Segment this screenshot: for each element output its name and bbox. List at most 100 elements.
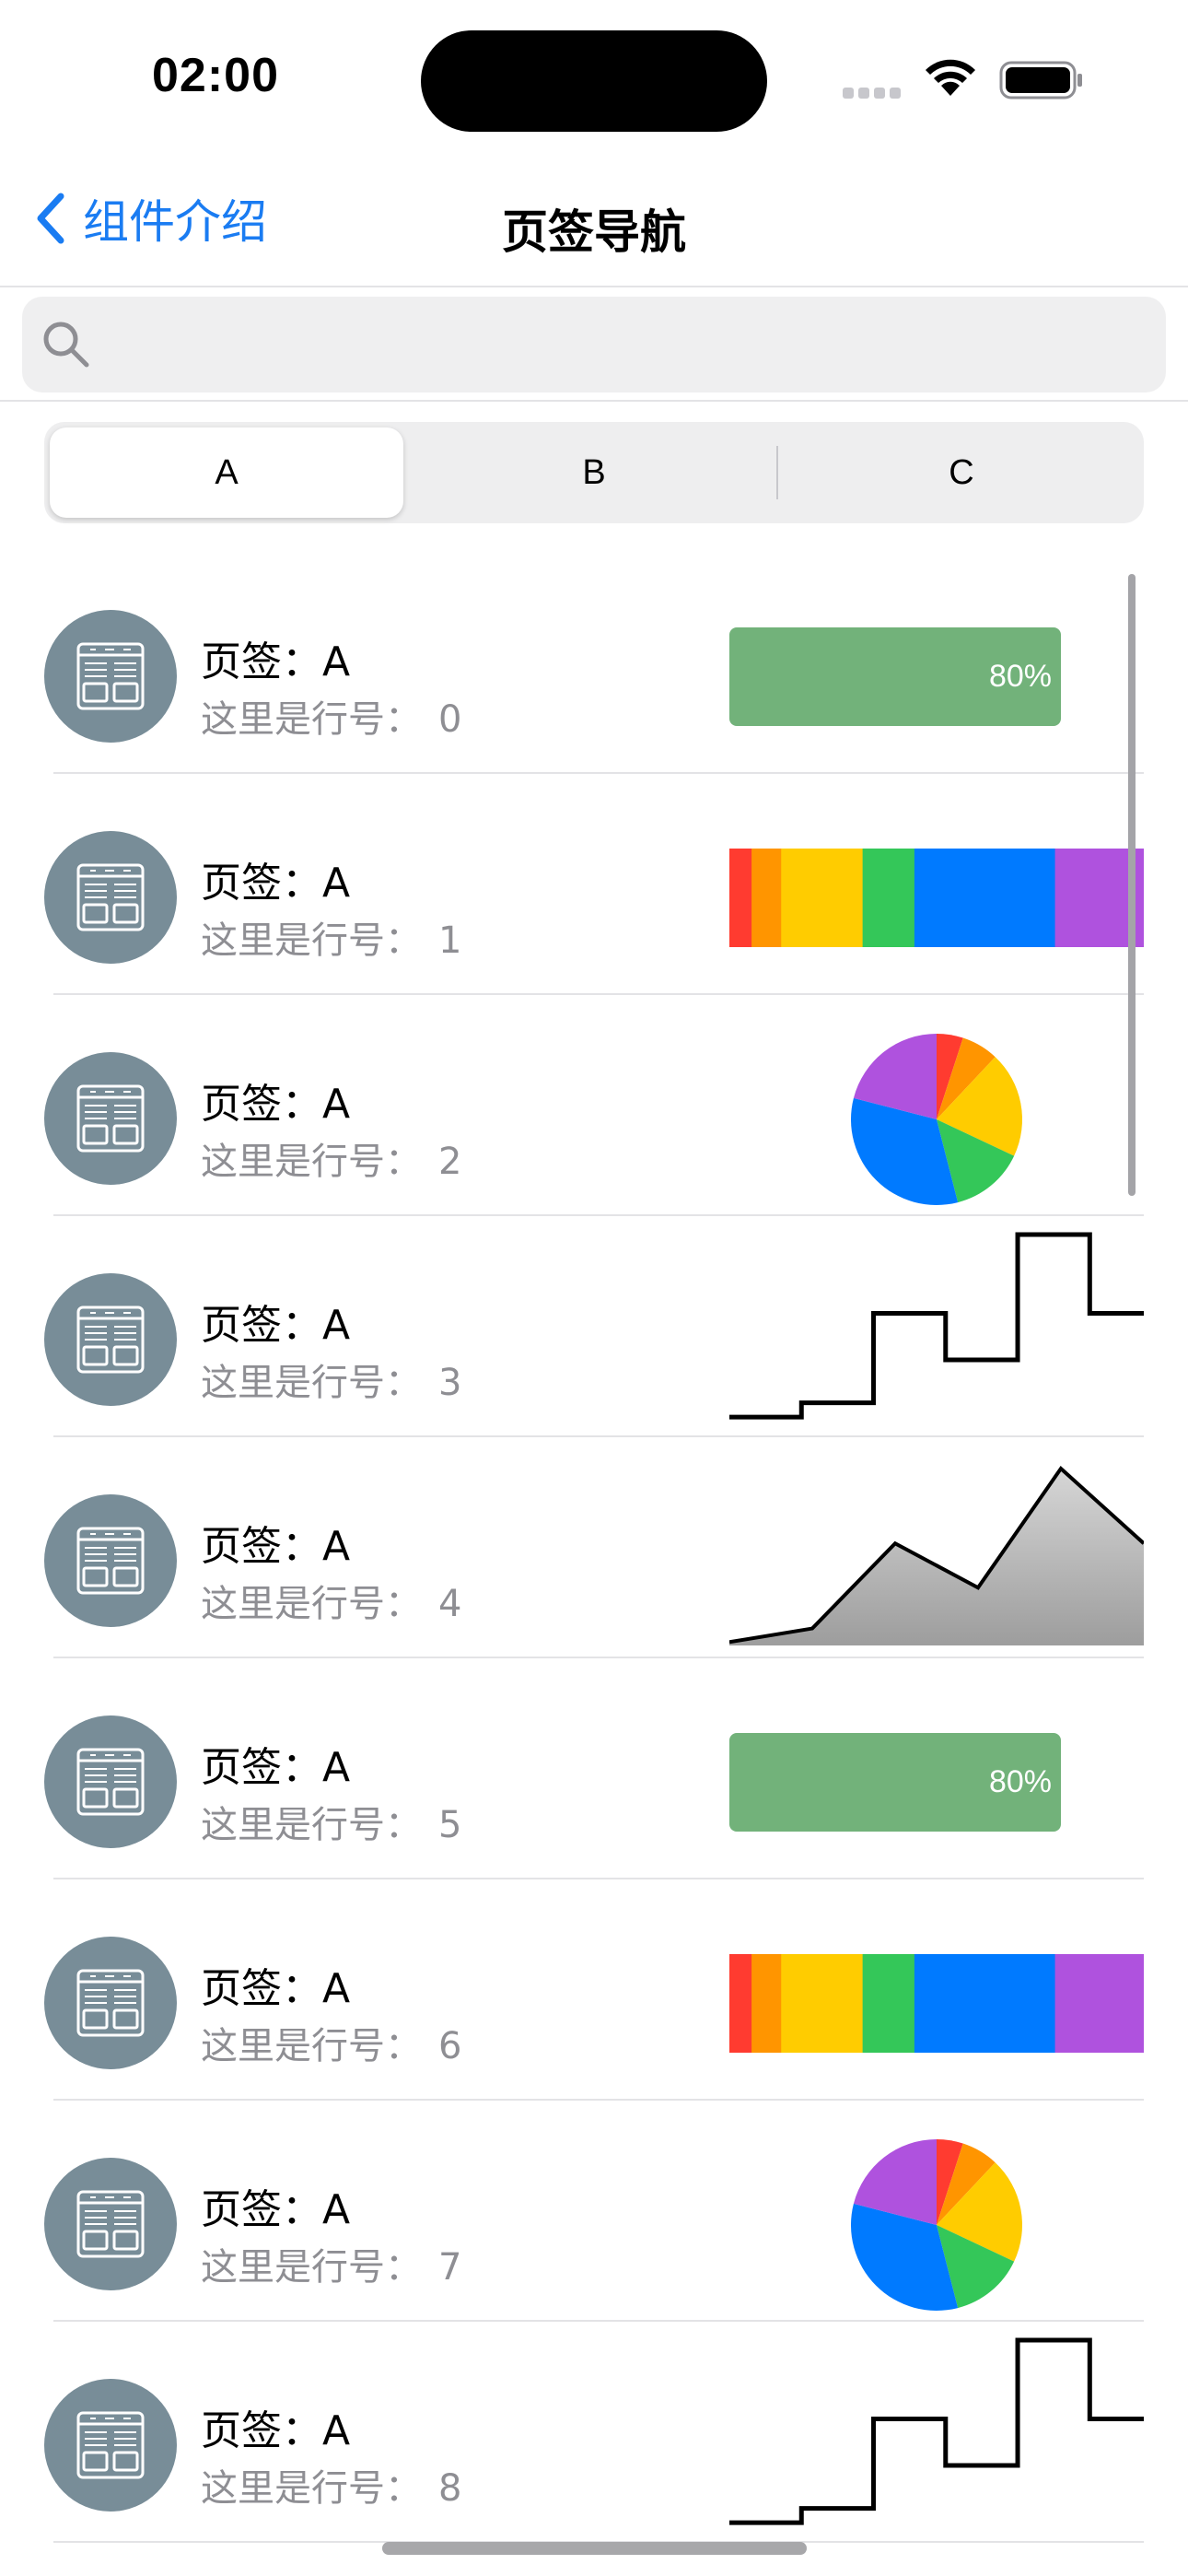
list-item[interactable]: 页签：A 这里是行号： 6 xyxy=(0,1879,1188,2101)
step-chart xyxy=(729,2337,1144,2525)
stacked-chart xyxy=(729,849,1144,947)
area-fill xyxy=(729,1469,1144,1645)
stacked-segment xyxy=(1054,1954,1144,2053)
search-field[interactable] xyxy=(22,297,1166,394)
step-chart xyxy=(729,1232,1144,1420)
row-index: 2 xyxy=(438,1141,462,1183)
stacked-segment xyxy=(781,849,864,947)
row-index: 5 xyxy=(438,1804,462,1846)
stacked-segment xyxy=(862,1954,915,2053)
row-subtitle: 这里是行号： 4 xyxy=(201,1574,461,1627)
row-subtitle-label: 这里是行号： xyxy=(201,2025,422,2067)
page-title: 页签导航 xyxy=(502,205,686,259)
row-subtitle-label: 这里是行号： xyxy=(201,698,422,741)
row-subtitle-label: 这里是行号： xyxy=(201,1583,422,1625)
tab-segmented-control: A B C xyxy=(44,422,1144,523)
stacked-segment xyxy=(914,849,1056,947)
avatar xyxy=(44,831,177,964)
row-subtitle: 这里是行号： 2 xyxy=(201,1131,461,1185)
list-item[interactable]: 页签：A 这里是行号： 3 xyxy=(0,1216,1188,1437)
row-subtitle-label: 这里是行号： xyxy=(201,1141,422,1183)
stacked-segment xyxy=(751,1954,782,2053)
table-icon xyxy=(76,1306,145,1374)
avatar xyxy=(44,1494,177,1627)
row-subtitle-label: 这里是行号： xyxy=(201,2467,422,2510)
pie-chart xyxy=(851,1034,1022,1205)
row-subtitle-label: 这里是行号： xyxy=(201,1362,422,1404)
row-index: 6 xyxy=(438,2025,462,2067)
stacked-chart xyxy=(729,1954,1144,2053)
table-icon xyxy=(76,2411,145,2479)
status-bar: 02:00 xyxy=(0,0,1188,157)
row-title: 页签：A xyxy=(201,1081,351,1128)
row-title: 页签：A xyxy=(201,860,351,907)
search-bar xyxy=(0,287,1188,402)
list-item[interactable]: 页签：A 这里是行号： 2 xyxy=(0,995,1188,1216)
row-title: 页签：A xyxy=(201,1523,351,1570)
row-subtitle: 这里是行号： 6 xyxy=(201,2016,461,2069)
step-line xyxy=(729,1232,1144,1420)
stacked-segment xyxy=(914,1954,1056,2053)
stacked-segment xyxy=(781,1954,864,2053)
stacked-segment xyxy=(729,849,752,947)
row-title: 页签：A xyxy=(201,1744,351,1791)
row-index: 3 xyxy=(438,1362,462,1404)
row-index: 1 xyxy=(438,919,462,962)
search-input[interactable] xyxy=(105,297,1149,394)
table-icon xyxy=(76,863,145,931)
row-subtitle: 这里是行号： 3 xyxy=(201,1352,461,1406)
row-index: 4 xyxy=(438,1583,462,1625)
row-title: 页签：A xyxy=(201,2407,351,2454)
avatar xyxy=(44,1937,177,2069)
pie-chart xyxy=(851,2139,1022,2311)
battery-icon xyxy=(999,61,1082,100)
table-icon xyxy=(76,1969,145,2037)
scroll-indicator[interactable] xyxy=(1128,574,1136,1196)
avatar xyxy=(44,2379,177,2512)
row-index: 8 xyxy=(438,2467,462,2510)
tab-divider xyxy=(776,446,778,499)
tab-c[interactable]: C xyxy=(785,427,1138,518)
avatar xyxy=(44,1715,177,1848)
row-index: 7 xyxy=(438,2246,462,2289)
list-item[interactable]: 页签：A 这里是行号： 4 xyxy=(0,1437,1188,1658)
list-item[interactable]: 页签：A 这里是行号： 0 80% xyxy=(0,553,1188,774)
table-icon xyxy=(76,1527,145,1595)
stacked-segment xyxy=(751,849,782,947)
row-index: 0 xyxy=(438,698,462,741)
progress-label: 80% xyxy=(989,659,1052,694)
search-icon xyxy=(43,322,89,368)
tab-b[interactable]: B xyxy=(417,427,771,518)
row-subtitle: 这里是行号： 7 xyxy=(201,2237,461,2290)
progress-chart: 80% xyxy=(729,627,1061,726)
navigation-bar: 组件介绍 页签导航 xyxy=(0,157,1188,287)
row-subtitle: 这里是行号： 5 xyxy=(201,1795,461,1848)
row-title: 页签：A xyxy=(201,638,351,685)
status-time: 02:00 xyxy=(152,49,279,102)
row-title: 页签：A xyxy=(201,2186,351,2233)
cellular-signal-icon xyxy=(843,85,905,102)
table-icon xyxy=(76,1748,145,1816)
wifi-icon xyxy=(926,59,975,96)
row-subtitle: 这里是行号： 1 xyxy=(201,910,461,964)
table-icon xyxy=(76,642,145,710)
list-item[interactable]: 页签：A 这里是行号： 8 xyxy=(0,2322,1188,2543)
progress-chart: 80% xyxy=(729,1733,1061,1832)
row-title: 页签：A xyxy=(201,1965,351,2012)
row-subtitle-label: 这里是行号： xyxy=(201,919,422,962)
row-title: 页签：A xyxy=(201,1302,351,1349)
area-chart xyxy=(729,1465,1144,1645)
avatar xyxy=(44,2158,177,2290)
row-subtitle: 这里是行号： 8 xyxy=(201,2458,461,2512)
list-item[interactable]: 页签：A 这里是行号： 7 xyxy=(0,2101,1188,2322)
row-subtitle: 这里是行号： 0 xyxy=(201,689,461,743)
list-item[interactable]: 页签：A 这里是行号： 5 80% xyxy=(0,1658,1188,1879)
dynamic-island xyxy=(421,30,767,132)
tab-a[interactable]: A xyxy=(50,427,403,518)
avatar xyxy=(44,1273,177,1406)
stacked-segment xyxy=(729,1954,752,2053)
list-item[interactable]: 页签：A 这里是行号： 1 xyxy=(0,774,1188,995)
avatar xyxy=(44,610,177,743)
home-indicator[interactable] xyxy=(382,2542,807,2555)
stacked-segment xyxy=(862,849,915,947)
